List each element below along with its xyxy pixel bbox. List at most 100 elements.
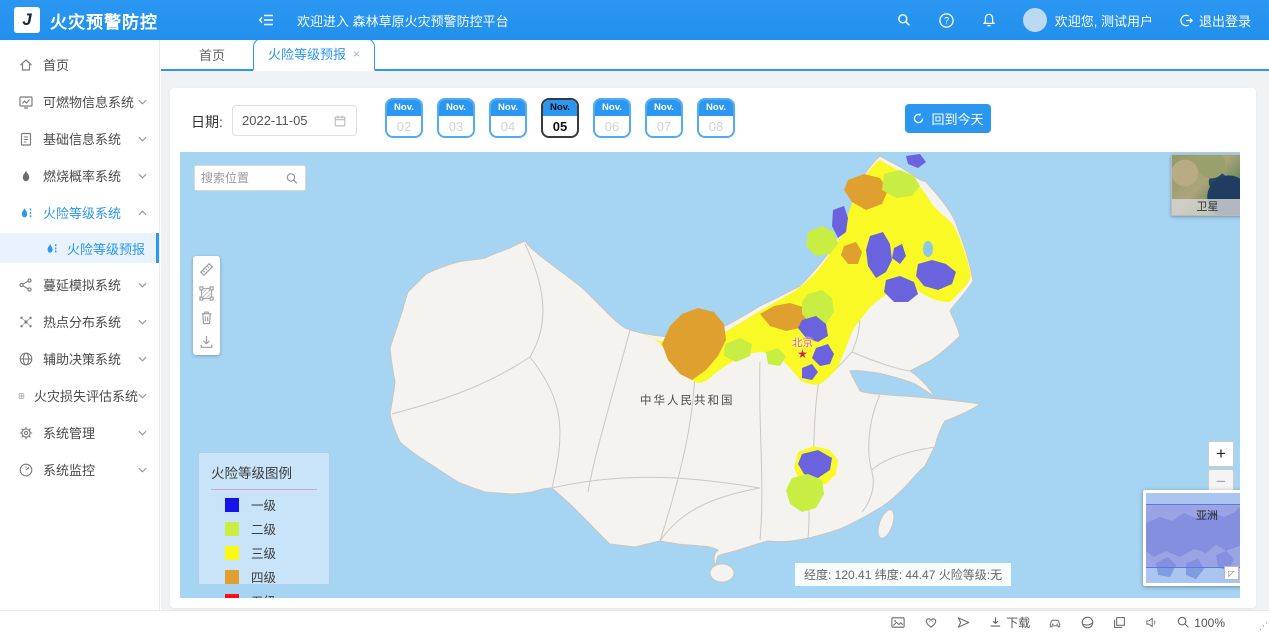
select-area-tool[interactable] <box>198 285 215 302</box>
date-label: 日期: <box>191 112 223 132</box>
chevron-down-icon <box>138 136 147 142</box>
minimap-collapse-button[interactable]: ◸ <box>1224 566 1239 580</box>
date-chip[interactable]: Nov.02 <box>385 98 423 138</box>
risk-level1-purple <box>906 154 926 168</box>
zoom-level-control[interactable]: 100% <box>1176 615 1225 630</box>
gear-icon <box>18 425 34 441</box>
back-to-today-button[interactable]: 回到今天 <box>905 104 991 133</box>
flame-icon <box>18 168 34 184</box>
download-button[interactable]: 下载 <box>988 614 1030 631</box>
home-icon <box>18 57 34 73</box>
logout-button[interactable]: 退出登录 <box>1179 11 1251 30</box>
share-branch-icon <box>18 277 34 293</box>
browser-icon[interactable] <box>1080 615 1095 630</box>
search-icon[interactable] <box>896 12 912 28</box>
coordinate-readout: 经度: 120.41 纬度: 44.47 火险等级:无 <box>795 563 1011 586</box>
notification-bell-icon[interactable] <box>981 12 997 28</box>
document-icon <box>18 131 34 147</box>
chevron-up-icon <box>138 210 147 216</box>
delete-tool[interactable] <box>198 309 215 326</box>
sidebar-item-fuel-info[interactable]: 可燃物信息系统 <box>0 83 159 120</box>
country-label: 中华人民共和国 <box>640 392 735 408</box>
logout-icon <box>1179 13 1194 28</box>
zoom-in-button[interactable]: + <box>1208 441 1234 467</box>
resize-grip[interactable]: ⋰ <box>1259 621 1267 632</box>
date-chip[interactable]: Nov.04 <box>489 98 527 138</box>
legend-item: 一级 <box>211 495 317 514</box>
fire-risk-icon <box>44 241 59 256</box>
chevron-down-icon <box>138 430 147 436</box>
tab-close-icon[interactable]: × <box>353 47 360 61</box>
search-icon[interactable] <box>285 171 299 186</box>
sidebar-item-decision-support[interactable]: 辅助决策系统 <box>0 340 159 377</box>
magnifier-icon <box>1176 615 1191 630</box>
scatter-icon <box>18 314 34 330</box>
map-search-box <box>194 165 306 191</box>
legend-item: 二级 <box>211 519 317 538</box>
help-glyph: ? <box>944 15 949 25</box>
help-icon[interactable]: ? <box>938 12 955 29</box>
refresh-icon <box>912 112 925 125</box>
sidebar-item-basic-info[interactable]: 基础信息系统 <box>0 120 159 157</box>
speaker-icon[interactable] <box>1144 615 1159 630</box>
duplicate-window-icon[interactable] <box>1112 615 1127 630</box>
minimap-label: 亚洲 <box>1196 507 1218 523</box>
legend-title: 火险等级图例 <box>211 462 317 490</box>
zoom-controls: + − <box>1208 441 1234 495</box>
legend-swatch <box>225 570 239 584</box>
logout-label: 退出登录 <box>1199 11 1251 30</box>
legend-swatch <box>225 546 239 560</box>
app-title: 火灾预警防控 <box>50 8 158 33</box>
overview-minimap[interactable]: 亚洲 ◸ <box>1143 490 1240 586</box>
map-tool-strip <box>193 256 220 355</box>
legend-swatch <box>225 522 239 536</box>
screen-icon <box>18 94 34 110</box>
chevron-down-icon <box>138 99 147 105</box>
vehicle-icon[interactable] <box>1047 615 1063 630</box>
risk-legend: 火险等级图例 一级 二级 三级 四级 五级 <box>198 452 330 585</box>
star-icon: ★ <box>792 350 813 358</box>
china-map <box>180 152 1240 598</box>
map-search-input[interactable] <box>201 171 285 185</box>
user-menu[interactable]: 欢迎您, 测试用户 <box>1023 8 1153 32</box>
sidebar-item-home[interactable]: 首页 <box>0 46 159 83</box>
grid-icon <box>18 388 25 404</box>
satellite-layer-toggle[interactable]: 卫星 <box>1171 154 1240 216</box>
date-chip[interactable]: Nov.05 <box>541 98 579 138</box>
download-tool[interactable] <box>198 333 215 350</box>
sidebar-item-hotspot-distribution[interactable]: 热点分布系统 <box>0 303 159 340</box>
date-chip[interactable]: Nov.06 <box>593 98 631 138</box>
chevron-down-icon <box>138 393 147 399</box>
sidebar-subitem-fire-risk-forecast[interactable]: 火险等级预报 <box>0 233 159 263</box>
main-area: 首页 火险等级预报 × 日期: 2022-11-05 Nov.02 Nov.03… <box>161 40 1269 610</box>
sidebar-item-fire-risk-system[interactable]: 火险等级系统 <box>0 194 159 231</box>
date-chip[interactable]: Nov.07 <box>645 98 683 138</box>
sidebar-item-loss-assessment[interactable]: 火灾损失评估系统 <box>0 377 159 414</box>
avatar[interactable] <box>1023 8 1047 32</box>
sidebar-item-burn-probability[interactable]: 燃烧概率系统 <box>0 157 159 194</box>
chevron-down-icon <box>138 467 147 473</box>
date-picker[interactable]: 2022-11-05 <box>232 105 357 136</box>
minimap-canvas: 亚洲 ◸ <box>1146 493 1240 583</box>
menu-fold-icon[interactable] <box>258 12 275 28</box>
date-toolbar: 日期: 2022-11-05 Nov.02 Nov.03 Nov.04 Nov.… <box>170 88 1256 152</box>
legend-item: 三级 <box>211 543 317 562</box>
date-chip[interactable]: Nov.08 <box>697 98 735 138</box>
date-chip[interactable]: Nov.03 <box>437 98 475 138</box>
sidebar-item-system-management[interactable]: 系统管理 <box>0 414 159 451</box>
tab-home[interactable]: 首页 <box>185 40 239 69</box>
tab-fire-risk-forecast[interactable]: 火险等级预报 × <box>253 38 375 71</box>
sidebar-item-system-monitor[interactable]: 系统监控 <box>0 451 159 488</box>
favorite-icon[interactable] <box>923 615 939 630</box>
measure-ruler-tool[interactable] <box>198 261 215 278</box>
legend-item: 四级 <box>211 567 317 586</box>
send-icon[interactable] <box>956 615 971 630</box>
screenshot-icon[interactable] <box>890 615 906 630</box>
content-card: 日期: 2022-11-05 Nov.02 Nov.03 Nov.04 Nov.… <box>170 88 1256 608</box>
download-label: 下载 <box>1006 614 1030 631</box>
minimap-extent-box <box>1146 504 1240 568</box>
lake <box>923 241 933 257</box>
map-canvas[interactable]: 中华人民共和国 北京 ★ 火险等级图例 一级 二级 <box>180 152 1240 598</box>
sidebar-item-spread-simulation[interactable]: 蔓延模拟系统 <box>0 266 159 303</box>
calendar-icon <box>333 114 347 128</box>
